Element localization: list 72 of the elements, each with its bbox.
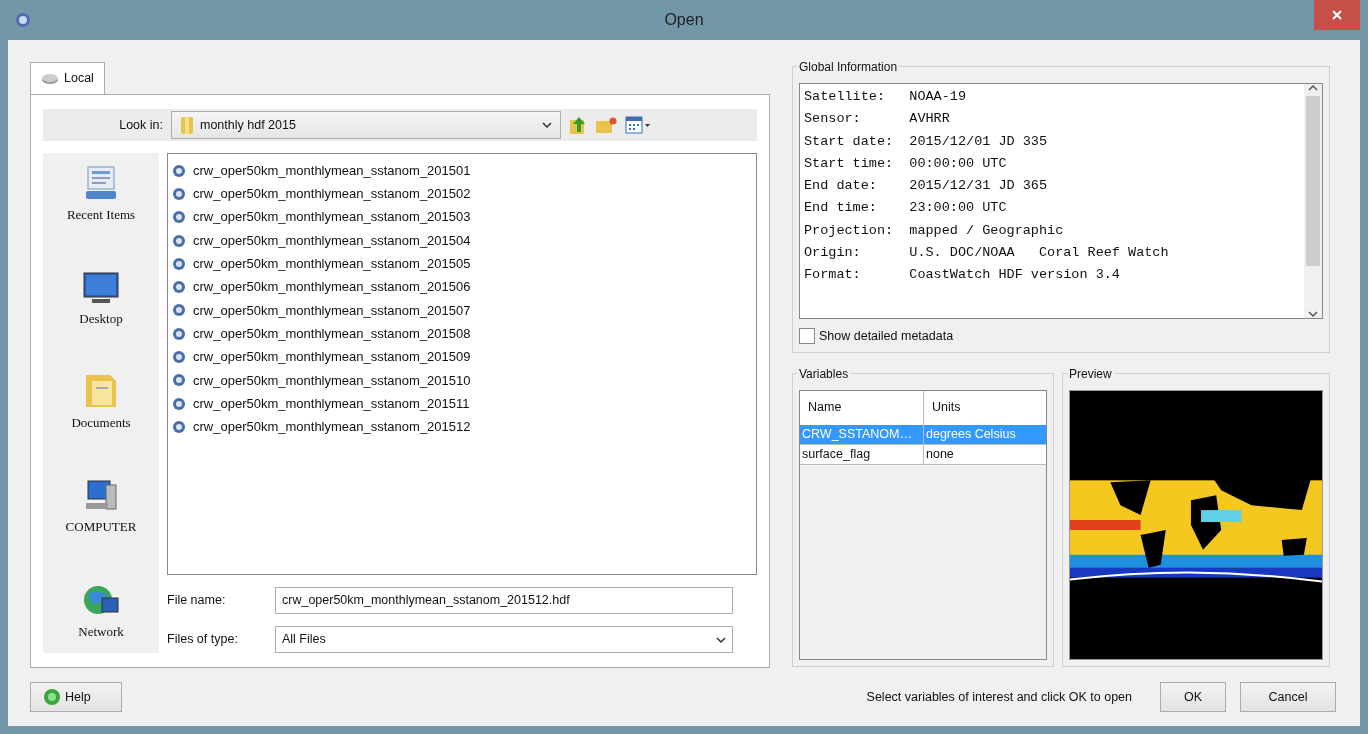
chevron-down-icon [542,122,552,128]
file-type-label: Files of type: [167,631,239,649]
place-button[interactable]: Documents [71,373,131,433]
file-item[interactable]: crw_oper50km_monthlymean_sstanom_201506 [172,276,752,298]
file-icon [172,373,186,388]
app-icon [14,11,32,29]
scroll-up-icon[interactable] [1308,84,1318,92]
place-button[interactable]: Desktop [79,269,123,329]
file-icon [172,303,186,318]
file-item[interactable]: crw_oper50km_monthlymean_sstanom_201505 [172,253,752,275]
drive-icon [41,72,59,85]
column-header[interactable]: Name [800,390,924,425]
close-icon [1332,10,1342,20]
help-icon [43,688,61,706]
file-item[interactable]: crw_oper50km_monthlymean_sstanom_201511 [172,392,752,415]
metadata-text-area[interactable] [799,83,1323,319]
chevron-down-icon [716,636,726,643]
file-name-label: File name: [167,592,227,610]
file-icon [172,233,186,248]
look-in-label: Look in: [118,116,163,134]
metadata-line: Satellite: NOAA-19 [804,88,968,106]
status-text: Select variables of interest and click OK to open [866,688,1132,706]
folder-icon [180,115,194,135]
file-icon [172,210,186,225]
scroll-down-icon[interactable] [1308,310,1318,318]
help-button[interactable]: Help [30,682,122,712]
file-item[interactable]: crw_oper50km_monthlymean_sstanom_201508 [172,323,752,345]
file-item[interactable]: crw_oper50km_monthlymean_sstanom_201501 [172,160,752,182]
monitor-icon [82,269,120,306]
file-icon [172,186,186,201]
file-item[interactable]: crw_oper50km_monthlymean_sstanom_201502 [172,183,752,205]
file-icon [172,396,186,411]
close-button[interactable] [1314,0,1360,30]
metadata-line: End date: 2015/12/31 JD 365 [804,177,1049,196]
table-row[interactable]: surface_flag none [800,444,1046,465]
ok-button[interactable]: OK [1160,682,1226,712]
place-button[interactable]: Recent Items [66,165,136,225]
file-item[interactable]: crw_oper50km_monthlymean_sstanom_201504 [172,229,752,252]
tab[interactable]: Local [30,62,105,94]
metadata-line: Start time: 00:00:00 UTC [804,154,1008,173]
file-icon [172,163,186,178]
new-folder-icon[interactable] [595,116,617,134]
column-header[interactable]: Units [924,390,1046,425]
metadata-line: Start date: 2015/12/01 JD 335 [804,132,1049,151]
file-list[interactable] [167,153,757,575]
look-in-dropdown[interactable]: monthly hdf 2015 [171,111,561,139]
file-icon [172,326,186,341]
file-item[interactable]: crw_oper50km_monthlymean_sstanom_201512 [172,416,752,438]
file-icon [172,256,186,271]
place-button[interactable]: COMPUTER [65,477,137,537]
cancel-button[interactable]: Cancel [1240,682,1336,712]
place-button[interactable]: Network [78,581,124,641]
file-icon [172,350,186,364]
file-item[interactable]: crw_oper50km_monthlymean_sstanom_201509 [172,346,752,368]
file-icon [172,280,186,295]
file-type-dropdown[interactable]: All Files [275,626,733,653]
checkbox-label[interactable]: Show detailed metadata [819,327,954,346]
metadata-line: Sensor: AVHRR [804,110,951,129]
metadata-line: End time: 23:00:00 UTC [804,199,1008,218]
file-item[interactable]: crw_oper50km_monthlymean_sstanom_201503 [172,206,752,228]
file-name-field[interactable]: crw_oper50km_monthlymean_sstanom_201512.hdf [275,587,733,614]
checkbox[interactable] [799,328,815,345]
window-title: Open [663,10,705,30]
metadata-line: Format: CoastWatch HDF version 3.4 [804,266,1121,285]
metadata-line: Origin: U.S. DOC/NOAA Coral Reef Watch [804,244,1170,263]
file-item[interactable]: crw_oper50km_monthlymean_sstanom_201510 [172,369,752,391]
scrollbar-thumb[interactable] [1306,96,1320,266]
view-menu-icon[interactable] [625,116,651,134]
file-icon [172,419,186,434]
up-folder-icon[interactable] [569,115,587,135]
file-item[interactable]: crw_oper50km_monthlymean_sstanom_201507 [172,299,752,322]
metadata-line: Projection: mapped / Geographic [804,221,1065,240]
